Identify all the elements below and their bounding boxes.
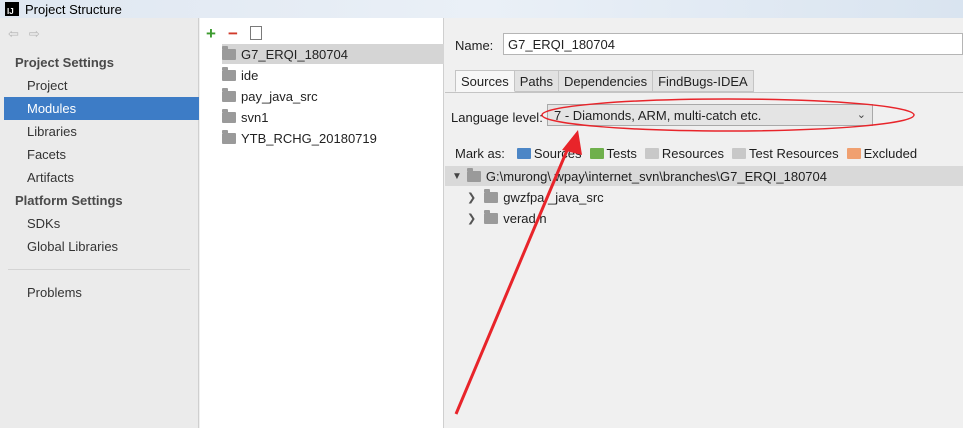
content-root-row[interactable]: ▼ G:\murong\ wpay\internet_svn\branches\…: [445, 166, 963, 186]
tests-folder-icon: [589, 148, 604, 159]
module-label: ide: [241, 67, 259, 83]
chevron-down-icon: ⌄: [856, 109, 866, 121]
tree-item[interactable]: ❯ gwzfpa _java_src: [467, 187, 604, 207]
mark-sources-label: Sources: [533, 146, 582, 161]
mark-resources-button[interactable]: Resources: [644, 146, 725, 161]
mark-excluded-button[interactable]: Excluded: [846, 146, 918, 161]
forward-arrow-icon[interactable]: ⇨: [29, 26, 40, 42]
title-bar: IJ Project Structure: [0, 0, 963, 18]
nav-item-modules[interactable]: Modules: [4, 97, 199, 120]
tab-divider: [445, 92, 963, 93]
folder-icon: [222, 129, 236, 144]
mark-excluded-label: Excluded: [863, 146, 918, 161]
resources-folder-icon: [644, 148, 659, 159]
folder-icon: [222, 66, 236, 81]
module-item[interactable]: YTB_RCHG_20180719: [222, 128, 444, 148]
module-label: pay_java_src: [241, 88, 318, 104]
mark-as-label: Mark as:: [455, 146, 505, 161]
chevron-right-icon[interactable]: ❯: [467, 191, 476, 204]
project-settings-heading: Project Settings: [15, 55, 114, 70]
chevron-right-icon[interactable]: ❯: [467, 212, 476, 225]
tree-item-label: verad n: [503, 210, 547, 226]
add-icon[interactable]: +: [206, 25, 216, 42]
language-level-select[interactable]: 7 - Diamonds, ARM, multi-catch etc. ⌄: [547, 104, 873, 126]
folder-icon: [222, 45, 236, 60]
mark-test-resources-label: Test Resources: [749, 146, 839, 161]
nav-item-sdks[interactable]: SDKs: [4, 212, 199, 235]
folder-icon: [484, 188, 499, 203]
module-name-input[interactable]: [503, 33, 963, 55]
tab-findbugs-idea[interactable]: FindBugs-IDEA: [653, 70, 754, 92]
language-level-value: 7 - Diamonds, ARM, multi-catch etc.: [554, 107, 762, 123]
back-arrow-icon[interactable]: ⇦: [8, 26, 19, 42]
history-nav: ⇦ ⇨: [8, 26, 40, 42]
mark-sources-button[interactable]: Sources: [516, 146, 582, 161]
mark-as-bar: Mark as: Sources Tests Resources Test Re…: [455, 146, 925, 161]
settings-sidebar: ⇦ ⇨ Project Settings Project Modules Lib…: [0, 18, 199, 428]
sources-folder-icon: [516, 148, 531, 159]
module-label: svn1: [241, 109, 269, 125]
module-item[interactable]: pay_java_src: [222, 86, 444, 106]
language-level-label: Language level:: [451, 110, 543, 125]
tree-item-label: gwzfpa _java_src: [503, 189, 604, 205]
nav-item-libraries[interactable]: Libraries: [4, 120, 199, 143]
mark-test-resources-button[interactable]: Test Resources: [732, 146, 839, 161]
nav-item-artifacts[interactable]: Artifacts: [4, 166, 199, 189]
module-item[interactable]: svn1: [222, 107, 444, 127]
remove-icon[interactable]: −: [228, 25, 238, 42]
tree-item[interactable]: ❯ verad n: [467, 208, 547, 228]
tab-paths[interactable]: Paths: [514, 70, 559, 92]
nav-item-problems[interactable]: Problems: [4, 281, 199, 304]
folder-icon: [222, 108, 236, 123]
folder-icon: [222, 87, 236, 102]
excluded-folder-icon: [846, 148, 861, 159]
module-label: G7_ERQI_180704: [241, 46, 348, 62]
module-settings: Name: Sources Paths Dependencies FindBug…: [445, 18, 963, 428]
module-tabs: Sources Paths Dependencies FindBugs-IDEA: [455, 70, 754, 92]
mark-resources-label: Resources: [661, 146, 725, 161]
tab-dependencies[interactable]: Dependencies: [558, 70, 654, 92]
folder-icon: [484, 209, 499, 224]
folder-icon: [466, 167, 481, 182]
module-item[interactable]: ide: [222, 65, 444, 85]
expanded-arrow-icon[interactable]: ▼: [452, 171, 462, 182]
window-title: Project Structure: [25, 1, 122, 17]
platform-settings-heading: Platform Settings: [15, 193, 123, 208]
intellij-icon: IJ: [5, 2, 19, 16]
nav-item-global-libraries[interactable]: Global Libraries: [4, 235, 199, 258]
mark-tests-button[interactable]: Tests: [589, 146, 637, 161]
copy-icon[interactable]: [249, 23, 265, 40]
nav-item-facets[interactable]: Facets: [4, 143, 199, 166]
nav-item-project[interactable]: Project: [4, 74, 199, 97]
nav-divider: [8, 269, 190, 270]
module-label: YTB_RCHG_20180719: [241, 130, 377, 146]
module-list-panel: + − G7_ERQI_180704 ide pay_java_src svn1…: [200, 18, 444, 428]
module-toolbar: + −: [206, 22, 265, 44]
test-resources-folder-icon: [732, 148, 747, 159]
module-item[interactable]: G7_ERQI_180704: [222, 44, 444, 64]
tab-sources[interactable]: Sources: [455, 70, 515, 92]
name-label: Name:: [455, 38, 494, 53]
mark-tests-label: Tests: [606, 146, 637, 161]
content-root-path: G:\murong\ wpay\internet_svn\branches\G7…: [485, 168, 827, 184]
